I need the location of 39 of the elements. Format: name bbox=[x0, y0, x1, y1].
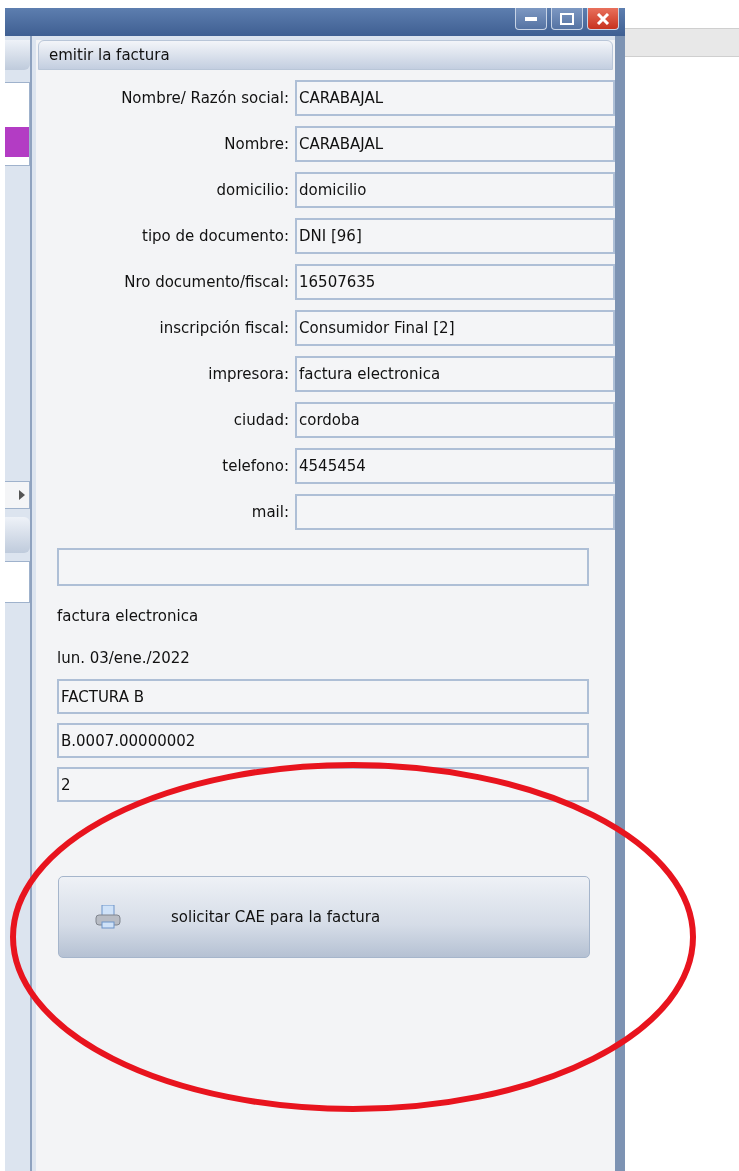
input-field[interactable]: Consumidor Final [2] bbox=[295, 310, 615, 346]
field-label: domicilio: bbox=[216, 181, 289, 199]
field-label: Nro documento/fiscal: bbox=[124, 273, 289, 291]
field-label: ciudad: bbox=[233, 411, 289, 429]
maximize-button[interactable] bbox=[551, 8, 583, 30]
input-field[interactable]: domicilio bbox=[295, 172, 615, 208]
request-cae-button[interactable]: solicitar CAE para la factura bbox=[58, 876, 590, 958]
close-icon bbox=[596, 12, 610, 25]
input-field[interactable]: factura electronica bbox=[295, 356, 615, 392]
input-field[interactable]: FACTURA B bbox=[57, 679, 589, 714]
field-label: mail: bbox=[251, 503, 289, 521]
list-panel bbox=[5, 561, 30, 603]
panel-header bbox=[5, 40, 30, 70]
field-label: impresora: bbox=[208, 365, 289, 383]
field-label: inscripción fiscal: bbox=[159, 319, 289, 337]
info-text: factura electronica bbox=[57, 606, 200, 627]
right-arrow-icon bbox=[19, 490, 25, 500]
input-field[interactable]: CARABAJAL bbox=[295, 80, 615, 116]
input-field[interactable]: cordoba bbox=[295, 402, 615, 438]
input-field[interactable]: DNI [96] bbox=[295, 218, 615, 254]
minimize-button[interactable] bbox=[515, 8, 547, 30]
info-text: lun. 03/ene./2022 bbox=[57, 648, 191, 669]
input-field[interactable] bbox=[295, 494, 615, 530]
panel-header bbox=[5, 517, 30, 553]
minimize-icon bbox=[525, 16, 537, 21]
panel-title: emitir la factura bbox=[38, 40, 613, 70]
input-field[interactable]: CARABAJAL bbox=[295, 126, 615, 162]
field-label: Nombre/ Razón social: bbox=[121, 89, 289, 107]
scroll-button[interactable] bbox=[5, 481, 30, 509]
input-field[interactable]: 16507635 bbox=[295, 264, 615, 300]
field-label: Nombre: bbox=[224, 135, 289, 153]
input-field[interactable]: 4545454 bbox=[295, 448, 615, 484]
input-field[interactable] bbox=[57, 548, 589, 586]
input-field[interactable]: B.0007.00000002 bbox=[57, 723, 589, 758]
field-label: telefono: bbox=[222, 457, 289, 475]
printer-icon bbox=[95, 905, 121, 929]
close-button[interactable] bbox=[587, 8, 619, 30]
field-label: tipo de documento: bbox=[142, 227, 289, 245]
maximize-icon bbox=[560, 12, 574, 25]
